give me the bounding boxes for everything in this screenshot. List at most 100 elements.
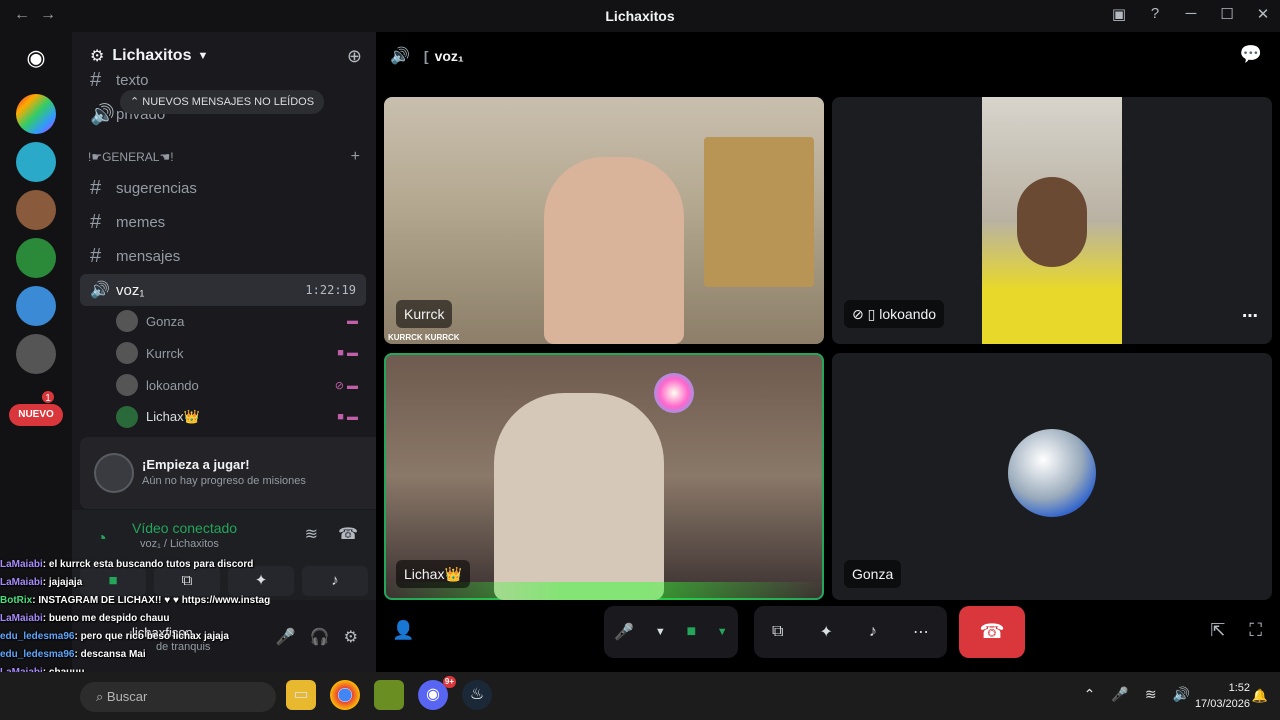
voice-user[interactable]: Gonza ▬	[116, 306, 366, 336]
discord-taskbar-icon[interactable]: ◉ 9+	[418, 676, 456, 710]
minimize-icon[interactable]: ─	[1182, 5, 1200, 23]
avatar	[1008, 429, 1096, 517]
video-feed	[982, 97, 1122, 344]
voice-user[interactable]: Kurrck ■ ▬	[116, 338, 366, 368]
muted-icon: ⊘ ▬	[334, 379, 358, 392]
more-options-icon[interactable]: ⋯	[1242, 306, 1258, 326]
headphones-icon[interactable]: 🎧	[310, 627, 330, 647]
nuevo-badge[interactable]: NUEVO	[9, 404, 63, 426]
wifi-icon[interactable]: ≋	[1145, 686, 1157, 703]
end-call-button[interactable]: ☎	[959, 606, 1025, 658]
chat-line: edu_ledesma96: descansa Mai	[0, 649, 146, 660]
video-tile-gonza[interactable]: Gonza	[832, 353, 1272, 600]
inbox-icon[interactable]: ▣	[1110, 5, 1128, 23]
activities-icon[interactable]: ✦	[819, 622, 832, 642]
new-messages-pill[interactable]: ⌃ NUEVOS MENSAJES NO LEÍDOS	[120, 90, 325, 114]
microphone-icon[interactable]: 🎤	[276, 627, 296, 647]
chat-line: LaMaiabi: el kurrck esta buscando tutos …	[0, 559, 254, 570]
more-icon[interactable]: ⋯	[913, 622, 929, 642]
video-tile-lokoando[interactable]: ⊘ ▯ lokoando ⋯	[832, 97, 1272, 344]
video-tile-kurrck[interactable]: Kurrck KURRCK KURRCK	[384, 97, 824, 344]
avatar	[116, 310, 138, 332]
server-icon[interactable]	[16, 238, 56, 278]
fullscreen-icon[interactable]: ⛶	[1249, 620, 1262, 641]
chevron-down-icon[interactable]: ▼	[655, 626, 666, 638]
discord-home-icon[interactable]: ◉	[16, 38, 56, 78]
app-icon[interactable]	[374, 680, 404, 710]
chrome-icon[interactable]	[330, 680, 360, 710]
person-figure	[1017, 177, 1087, 267]
channel-partial[interactable]: # texto	[80, 72, 366, 88]
hash-icon: #	[90, 244, 102, 267]
neon-light	[654, 373, 694, 413]
quest-subtitle: Aún no hay progreso de misiones	[142, 475, 306, 487]
volume-icon[interactable]: 🔊	[1173, 686, 1190, 703]
hash-icon: #	[90, 210, 102, 233]
server-icon[interactable]	[16, 334, 56, 374]
microphone-icon[interactable]: 🎤	[614, 622, 634, 642]
call-actions: ⧉ ✦ ♪ ⋯	[754, 606, 947, 658]
share-screen-icon[interactable]: ⧉	[772, 623, 783, 641]
tray-expand-icon[interactable]: ⌃	[1084, 686, 1096, 703]
chat-line: edu_ledesma96: pero que rico beso lichax…	[0, 631, 229, 642]
taskbar-search[interactable]: ⌕ Buscar	[80, 682, 276, 712]
settings-icon[interactable]: ⚙	[344, 627, 358, 647]
guild-name: Lichaxitos	[112, 47, 192, 64]
voice-status[interactable]: Vídeo conectado	[132, 520, 237, 536]
chat-line: BotRix: INSTAGRAM DE LICHAX!! ♥ ♥ https:…	[0, 595, 270, 606]
notification-icon[interactable]: 🔔	[1252, 688, 1268, 704]
chevron-down-icon[interactable]: ▼	[717, 626, 728, 638]
person-figure	[494, 393, 664, 600]
microphone-tray-icon[interactable]: 🎤	[1111, 686, 1128, 703]
chat-icon[interactable]: 💬	[1240, 44, 1262, 65]
channel-voz[interactable]: 🔊 voz₁ 1:22:19	[80, 274, 366, 306]
add-channel-icon[interactable]: +	[351, 148, 360, 166]
window-title: Lichaxitos	[605, 8, 675, 24]
channel-memes[interactable]: # memes	[80, 206, 366, 238]
voice-timer: 1:22:19	[305, 283, 356, 297]
call-area: 🔊 [ voz₁ 💬 Kurrck KURRCK KURRCK ⊘ ▯ loko…	[376, 32, 1280, 672]
close-icon[interactable]: ✕	[1254, 5, 1272, 23]
channel-sugerencias[interactable]: # sugerencias	[80, 172, 366, 204]
hash-icon: #	[90, 176, 102, 199]
speaker-icon: 🔊	[390, 48, 410, 65]
invite-icon[interactable]: ⊕	[347, 46, 362, 67]
person-figure	[544, 157, 684, 344]
voice-channel-path[interactable]: voz₁ / Lichaxitos	[140, 538, 219, 550]
server-icon[interactable]	[16, 286, 56, 326]
noise-suppression-icon[interactable]: ≋	[305, 524, 318, 544]
disconnect-icon[interactable]: ☎	[338, 524, 358, 544]
steam-icon[interactable]: ♨	[462, 680, 492, 710]
channel-mensajes[interactable]: # mensajes	[80, 240, 366, 272]
soundboard-button[interactable]: ♪	[302, 566, 368, 596]
soundboard-icon[interactable]: ♪	[869, 623, 877, 641]
camera-icon[interactable]: ■	[686, 623, 696, 641]
quest-title: ¡Empieza a jugar!	[142, 457, 250, 472]
stream-chat-overlay: LaMaiabi: el kurrck esta buscando tutos …	[0, 556, 270, 682]
quest-icon	[94, 453, 134, 493]
mic-camera-controls: 🎤 ▼ ■ ▼	[604, 606, 738, 658]
category-label[interactable]: !☛GENERAL☚!	[88, 150, 174, 164]
file-explorer-icon[interactable]: ▭	[286, 680, 316, 710]
voice-user[interactable]: lokoando ⊘ ▬	[116, 370, 366, 400]
participant-name: Lichax👑	[396, 560, 470, 588]
speaker-icon: 🔊	[90, 282, 110, 299]
call-channel-name: voz₁	[434, 48, 464, 64]
maximize-icon[interactable]: ☐	[1218, 5, 1236, 23]
mention-badge: 1	[40, 389, 56, 405]
clock[interactable]: 1:52 17/03/2026	[1195, 680, 1250, 712]
server-icon[interactable]	[16, 190, 56, 230]
voice-user[interactable]: Lichax👑 ■ ▬	[116, 402, 366, 432]
chat-line: LaMaiabi: jajajaja	[0, 577, 83, 588]
signal-icon[interactable]: ◔	[96, 528, 107, 549]
avatar	[116, 406, 138, 428]
camera-icon: ■ ▬	[337, 347, 358, 359]
avatar	[116, 374, 138, 396]
video-tile-lichax[interactable]: Lichax👑	[384, 353, 824, 600]
add-user-icon[interactable]: 👤	[392, 620, 414, 641]
popout-icon[interactable]: ⇱	[1210, 620, 1225, 641]
guild-icon: ⚙	[90, 48, 105, 65]
help-icon[interactable]: ?	[1146, 5, 1164, 23]
server-icon[interactable]	[16, 94, 56, 134]
server-icon[interactable]	[16, 142, 56, 182]
